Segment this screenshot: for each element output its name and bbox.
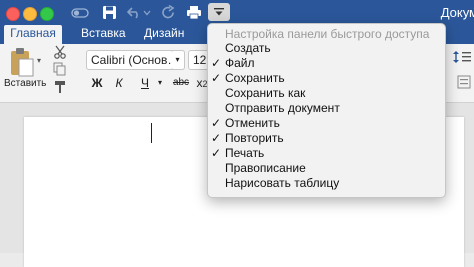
bold-button[interactable]: Ж	[88, 73, 106, 93]
copy-icon[interactable]	[53, 62, 67, 76]
tab-design[interactable]: Дизайн	[144, 25, 184, 44]
italic-button[interactable]: К	[111, 73, 127, 93]
paste-icon[interactable]	[9, 47, 35, 79]
print-icon[interactable]	[185, 4, 203, 21]
tab-home[interactable]: Главная	[4, 25, 62, 44]
menu-item-save[interactable]: ✓ Сохранить	[208, 71, 445, 86]
menu-item-redo[interactable]: ✓ Повторить	[208, 131, 445, 146]
document-title: Докум	[440, 5, 474, 20]
menu-item-label: Отменить	[225, 116, 280, 130]
menu-item-label: Сохранить	[225, 71, 285, 85]
checkmark-icon: ✓	[211, 71, 222, 85]
menu-item-label: Сохранить как	[225, 86, 306, 100]
minimize-window-button[interactable]	[23, 7, 37, 21]
menu-item-undo[interactable]: ✓ Отменить	[208, 116, 445, 131]
underline-dropdown-icon[interactable]: ▾	[155, 73, 165, 93]
chevron-down-icon	[214, 8, 224, 16]
close-window-button[interactable]	[6, 7, 20, 21]
menu-item-send-document[interactable]: Отправить документ	[208, 101, 445, 116]
menu-item-label: Повторить	[225, 131, 284, 145]
menu-item-label: Нарисовать таблицу	[225, 176, 340, 190]
quick-access-menu: Настройка панели быстрого доступа Создат…	[207, 23, 446, 198]
paste-label[interactable]: Вставить	[4, 78, 46, 89]
customize-quick-access-button[interactable]	[208, 3, 230, 21]
menu-item-label: Правописание	[225, 161, 306, 175]
undo-icon[interactable]	[126, 4, 142, 21]
save-icon[interactable]	[100, 4, 118, 21]
menu-item-label: Печать	[225, 146, 265, 160]
menu-item-save-as[interactable]: Сохранить как	[208, 86, 445, 101]
strikethrough-button[interactable]: abc	[170, 73, 192, 93]
paste-dropdown-icon[interactable]: ▾	[37, 56, 41, 65]
checkmark-icon: ✓	[211, 131, 222, 145]
sort-icon[interactable]	[456, 75, 472, 89]
format-painter-icon[interactable]	[53, 80, 67, 94]
line-spacing-icon[interactable]	[452, 50, 472, 64]
menu-header: Настройка панели быстрого доступа	[225, 27, 430, 41]
menu-item-draw-table[interactable]: Нарисовать таблицу	[208, 176, 445, 191]
menu-item-label: Создать	[225, 41, 271, 55]
tab-insert[interactable]: Вставка	[81, 25, 126, 44]
title-bar: Докум	[0, 0, 474, 25]
menu-item-new[interactable]: Создать	[208, 41, 445, 56]
menu-item-label: Файл	[225, 56, 255, 70]
menu-item-file[interactable]: ✓ Файл	[208, 56, 445, 71]
underline-button[interactable]: Ч	[136, 73, 154, 93]
font-name-chevron-icon[interactable]: ▾	[171, 50, 185, 70]
zoom-window-button[interactable]	[40, 7, 54, 21]
menu-item-label: Отправить документ	[225, 101, 340, 115]
checkmark-icon: ✓	[211, 56, 222, 70]
checkmark-icon: ✓	[211, 146, 222, 160]
checkmark-icon: ✓	[211, 116, 222, 130]
autosave-icon[interactable]	[70, 4, 90, 21]
undo-dropdown-icon[interactable]	[142, 4, 152, 21]
menu-item-print[interactable]: ✓ Печать	[208, 146, 445, 161]
redo-icon[interactable]	[160, 4, 176, 21]
cut-icon[interactable]	[53, 45, 67, 59]
text-cursor	[151, 123, 152, 143]
menu-item-spelling[interactable]: Правописание	[208, 161, 445, 176]
